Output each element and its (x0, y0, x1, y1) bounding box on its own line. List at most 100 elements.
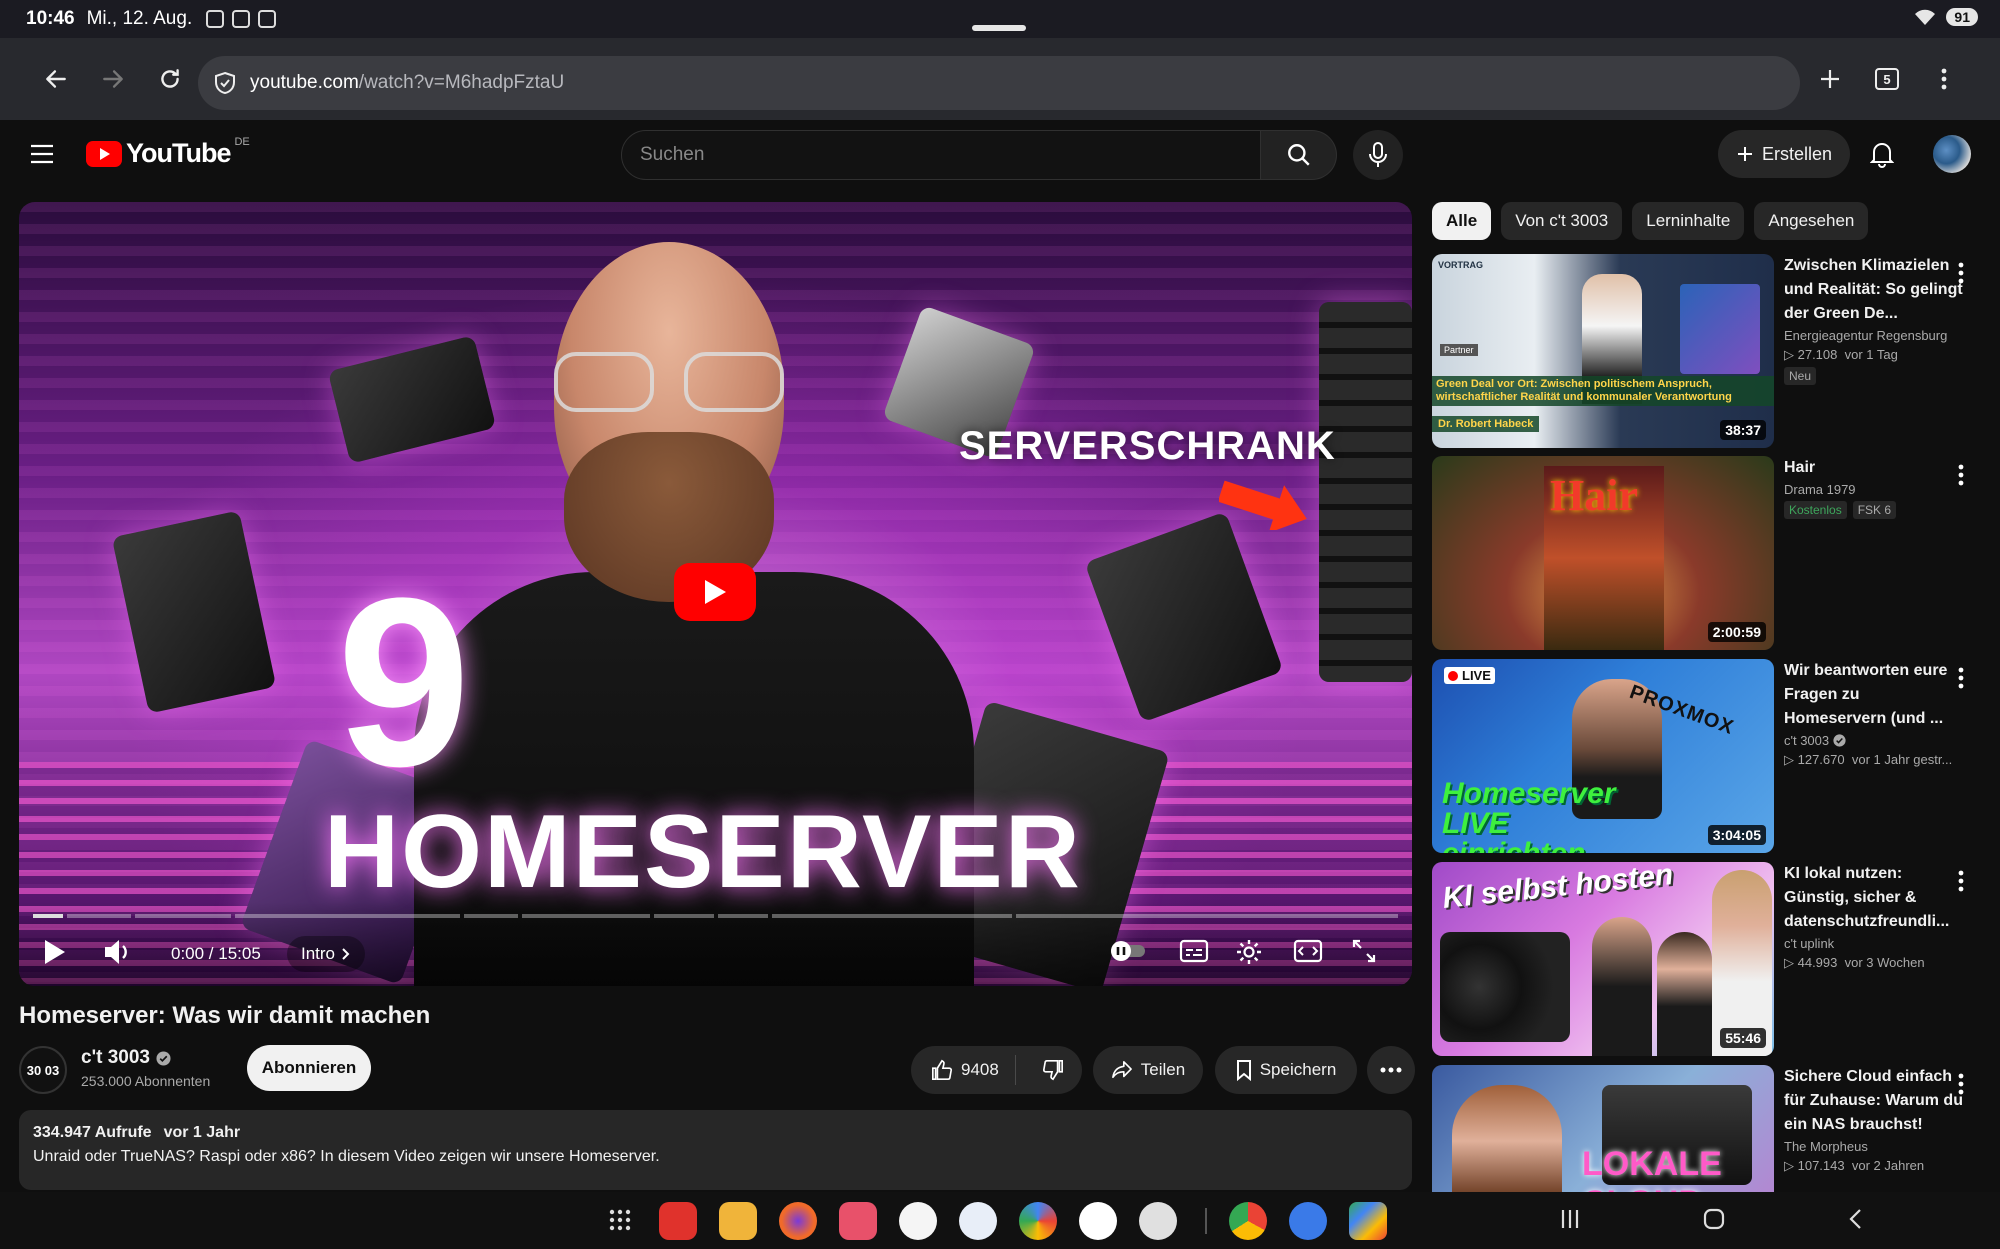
recommendation-thumbnail[interactable]: LIVE PROXMOX Homeserver LIVE einrichten … (1432, 659, 1774, 853)
recommendation-info: Zwischen Klimazielen und Realität: So ge… (1784, 254, 1964, 385)
url-host: youtube.com (250, 72, 359, 93)
recommendation-item[interactable]: LIVE PROXMOX Homeserver LIVE einrichten … (1432, 659, 1992, 853)
share-icon (1111, 1061, 1132, 1079)
create-label: Erstellen (1761, 143, 1833, 164)
recommendation-item[interactable]: LOKALE CLOUD Sichere Cloud einfach für Z… (1432, 1065, 1992, 1192)
channel-name[interactable]: c't 3003 (81, 1047, 171, 1069)
fullscreen-button[interactable] (1351, 938, 1377, 964)
subtitles-button[interactable] (1179, 938, 1209, 964)
recommendation-thumbnail[interactable]: KI selbst hosten 55:46 (1432, 862, 1774, 1056)
recents-button[interactable] (1560, 1208, 1580, 1230)
more-actions-button[interactable] (1367, 1046, 1415, 1094)
video-duration: 55:46 (1720, 1028, 1766, 1048)
save-button[interactable]: Speichern (1215, 1046, 1357, 1094)
like-button[interactable]: 9408 (911, 1055, 1016, 1085)
chip-from-channel[interactable]: Von c't 3003 (1501, 202, 1623, 240)
plus-icon (1737, 147, 1752, 161)
recommendation-thumbnail[interactable]: Hair 2:00:59 (1432, 456, 1774, 650)
account-avatar[interactable] (1933, 135, 1971, 173)
search-input[interactable] (621, 130, 1261, 180)
recommendation-menu-button[interactable] (1958, 262, 1964, 284)
filter-chips: Alle Von c't 3003 Lerninhalte Angesehen (1432, 202, 1869, 240)
video-player[interactable]: 9 HOMESERVER SERVERSCHRANK 0:00 / 15:05 … (19, 202, 1412, 986)
browser-menu-button[interactable] (1916, 51, 1972, 107)
create-button[interactable]: Erstellen (1718, 130, 1850, 178)
recommendation-item[interactable]: KI selbst hosten 55:46 KI lokal nutzen: … (1432, 862, 1992, 1056)
notes-app-icon[interactable] (659, 1202, 697, 1240)
description-box[interactable]: 334.947 Aufrufe vor 1 Jahr Unraid oder Tr… (19, 1110, 1412, 1190)
play-overlay-button[interactable] (674, 563, 756, 621)
settings-button[interactable] (1235, 938, 1263, 966)
chapter-button[interactable]: Intro (287, 936, 366, 972)
progress-bar[interactable] (33, 914, 1398, 918)
chip-learning[interactable]: Lerninhalte (1632, 202, 1745, 240)
recommendation-menu-button[interactable] (1958, 1073, 1964, 1095)
firefox-app-icon[interactable] (779, 1202, 817, 1240)
gemini-app-icon[interactable] (1019, 1202, 1057, 1240)
voice-search-button[interactable] (1353, 130, 1403, 180)
site-security-icon[interactable] (214, 71, 236, 95)
play-button[interactable] (41, 938, 67, 966)
guide-menu-button[interactable] (22, 134, 62, 174)
miniplayer-button[interactable] (1293, 938, 1323, 964)
chip-watched[interactable]: Angesehen (1754, 202, 1869, 240)
home-button[interactable] (1703, 1208, 1725, 1230)
kebab-menu-icon (1958, 262, 1964, 284)
address-bar[interactable]: youtube.com/watch?v=M6hadpFztaU (198, 56, 1800, 110)
recommendation-title: KI lokal nutzen: Günstig, sicher & daten… (1784, 865, 1950, 930)
youtube-header: YouTube DE Erstellen (0, 120, 2000, 188)
bell-icon (1870, 143, 1894, 168)
search-button[interactable] (1261, 130, 1337, 180)
youtube-logo[interactable]: YouTube DE (86, 136, 250, 169)
home-icon (1703, 1208, 1725, 1230)
recommendation-channel: Energieagentur Regensburg (1784, 328, 1948, 343)
chatgpt-app-icon[interactable] (899, 1202, 937, 1240)
recommendation-item[interactable]: VORTRAG Partner Green Deal vor Ort: Zwis… (1432, 254, 1992, 448)
recommendation-menu-button[interactable] (1958, 870, 1964, 892)
thumbnail-person (1657, 932, 1712, 1056)
red-arrow-icon (1219, 480, 1307, 530)
volume-button[interactable] (103, 938, 133, 966)
url-path: /watch?v=M6hadpFztaU (358, 72, 565, 93)
channel-avatar[interactable]: 30 03 (19, 1046, 67, 1094)
recommendation-thumbnail[interactable]: VORTRAG Partner Green Deal vor Ort: Zwis… (1432, 254, 1774, 448)
system-back-button[interactable] (1848, 1208, 1862, 1230)
recommendation-item[interactable]: Hair 2:00:59 Hair Drama 1979 Kostenlos FS… (1432, 456, 1992, 650)
browser-toolbar: youtube.com/watch?v=M6hadpFztaU 5 (0, 38, 2000, 120)
messages-app-icon[interactable] (1289, 1202, 1327, 1240)
chrome-app-icon[interactable] (1229, 1202, 1267, 1240)
new-tab-button[interactable] (1802, 51, 1858, 107)
thumbs-down-icon (1042, 1060, 1063, 1081)
app-drawer-button[interactable] (608, 1208, 632, 1232)
play-store-app-icon[interactable] (1349, 1202, 1387, 1240)
play-icon (45, 940, 65, 964)
volume-icon (105, 940, 127, 964)
camera-app-icon[interactable] (1139, 1202, 1177, 1240)
back-button[interactable] (28, 51, 84, 107)
recommendation-menu-button[interactable] (1958, 464, 1964, 486)
new-badge: Neu (1784, 367, 1817, 385)
files-app-icon[interactable] (719, 1202, 757, 1240)
verified-check-icon (1833, 734, 1846, 747)
recommendation-menu-button[interactable] (1958, 667, 1964, 689)
drag-handle[interactable] (972, 25, 1026, 31)
reload-button[interactable] (142, 51, 198, 107)
forward-button[interactable] (85, 51, 141, 107)
chip-all[interactable]: Alle (1432, 202, 1492, 240)
dislike-button[interactable] (1024, 1059, 1082, 1081)
autoplay-toggle[interactable] (1109, 938, 1149, 964)
chevron-left-icon (1849, 1209, 1861, 1229)
google-app-icon[interactable] (1079, 1202, 1117, 1240)
pocket-app-icon[interactable] (839, 1202, 877, 1240)
like-count: 9408 (961, 1060, 999, 1079)
channel-name-text: c't 3003 (81, 1047, 150, 1068)
recommendation-thumbnail[interactable]: LOKALE CLOUD (1432, 1065, 1774, 1192)
thumbnail-caption: Green Deal vor Ort: Zwischen politischem… (1432, 376, 1774, 406)
bird-app-icon[interactable] (959, 1202, 997, 1240)
recents-icon (1561, 1210, 1579, 1228)
notifications-button[interactable] (1862, 134, 1902, 174)
tab-switcher-button[interactable]: 5 (1859, 51, 1915, 107)
search-icon (1287, 144, 1310, 166)
subscribe-button[interactable]: Abonnieren (247, 1045, 371, 1091)
share-button[interactable]: Teilen (1093, 1046, 1203, 1094)
